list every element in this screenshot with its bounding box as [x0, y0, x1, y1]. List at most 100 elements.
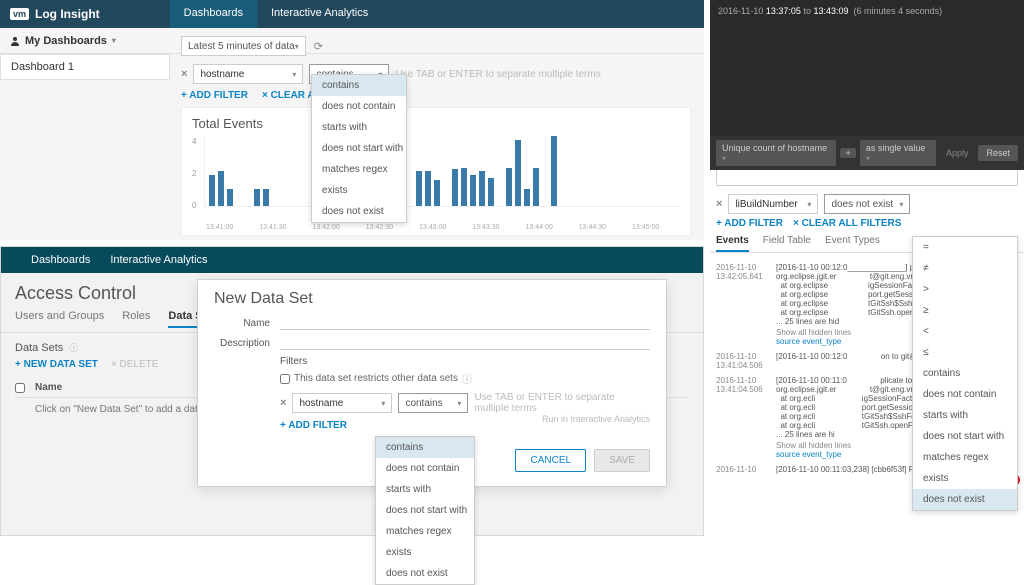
chevron-down-icon: ▾: [295, 42, 299, 51]
save-button[interactable]: SAVE: [594, 449, 650, 472]
operator-option[interactable]: does not start with: [376, 500, 474, 521]
remove-filter-icon[interactable]: ×: [280, 397, 286, 409]
operator-option[interactable]: <: [913, 321, 1017, 342]
event-timestamp: 2016-11-1013:42:05.641: [716, 263, 770, 346]
clear-filters-link[interactable]: × CLEAR ALL FILTERS: [793, 218, 901, 229]
operator-option[interactable]: starts with: [376, 479, 474, 500]
operator-option[interactable]: matches regex: [312, 159, 406, 180]
operator-option[interactable]: does not start with: [913, 426, 1017, 447]
chart-bars: [204, 137, 680, 207]
name-label: Name: [214, 318, 270, 329]
nav-dashboards[interactable]: Dashboards: [170, 0, 257, 28]
chart-y-axis: 4 2 0: [192, 137, 204, 222]
nav-dashboards[interactable]: Dashboards: [31, 254, 90, 266]
select-all-checkbox[interactable]: [15, 383, 25, 393]
remove-filter-icon[interactable]: ×: [716, 198, 722, 210]
operator-option[interactable]: does not contain: [913, 384, 1017, 405]
modal-filter-field[interactable]: hostname ▾: [292, 393, 392, 413]
operator-option[interactable]: exists: [913, 468, 1017, 489]
timerange-select[interactable]: Latest 5 minutes of data ▾: [181, 36, 306, 56]
operator-option[interactable]: ≤: [913, 342, 1017, 363]
operator-option[interactable]: does not contain: [376, 458, 474, 479]
chart-bar: [506, 168, 512, 207]
modal-filter-operator[interactable]: contains ▾: [398, 393, 468, 413]
operator-option[interactable]: contains: [913, 363, 1017, 384]
chart-bar: [452, 169, 458, 206]
name-input[interactable]: [280, 316, 650, 330]
operator-option[interactable]: matches regex: [376, 521, 474, 542]
restrict-checkbox[interactable]: [280, 374, 290, 384]
description-label: Description: [214, 338, 270, 349]
info-icon[interactable]: ⓘ: [69, 341, 78, 354]
chart-x-axis: 13:41:0013:41:3013:42:0013:42:3013:43:00…: [192, 224, 680, 231]
dashboards-panel: vm Log Insight Dashboards Interactive An…: [0, 0, 704, 240]
operator-option[interactable]: >: [913, 279, 1017, 300]
operator-option[interactable]: does not exist: [312, 201, 406, 222]
operator-option[interactable]: does not exist: [913, 489, 1017, 510]
delete-data-set-button[interactable]: × DELETE: [111, 359, 159, 370]
operator-dropdown[interactable]: contains does not contain starts with do…: [311, 74, 407, 223]
filter-value-input[interactable]: Use TAB or ENTER to separate multiple te…: [395, 69, 600, 80]
nav-analytics[interactable]: Interactive Analytics: [257, 0, 382, 28]
tab-event-types[interactable]: Event Types: [825, 235, 880, 252]
tab-field-table[interactable]: Field Table: [763, 235, 811, 252]
operator-dropdown[interactable]: = ≠ > ≥ < ≤ contains does not contain st…: [912, 236, 1018, 511]
tab-events[interactable]: Events: [716, 235, 749, 252]
brand-name: Log Insight: [35, 7, 100, 21]
new-data-set-button[interactable]: + NEW DATA SET: [15, 359, 98, 370]
my-dashboards-dropdown[interactable]: My Dashboards ▾: [0, 35, 126, 47]
filter-row: × hostname ▾ contains ▾ Use TAB or ENTER…: [175, 64, 704, 88]
sidebar-item-dashboard1[interactable]: Dashboard 1: [0, 54, 170, 80]
operator-option[interactable]: exists: [312, 180, 406, 201]
modal-add-filter[interactable]: + ADD FILTER: [214, 420, 347, 431]
chevron-down-icon: ▾: [899, 200, 903, 209]
reset-button[interactable]: Reset: [978, 145, 1018, 161]
add-filter-link[interactable]: + ADD FILTER: [716, 218, 783, 229]
filter-field-select[interactable]: hostname ▾: [193, 64, 303, 84]
aggregation-chip[interactable]: Unique count of hostname ▾: [716, 140, 836, 166]
chart-bar: [524, 189, 530, 207]
operator-option[interactable]: ≥: [913, 300, 1017, 321]
tab-roles[interactable]: Roles: [122, 310, 150, 328]
brand: vm Log Insight: [0, 0, 110, 28]
chart-bar: [434, 180, 440, 206]
apply-button[interactable]: Apply: [940, 145, 975, 161]
filter-operator-select[interactable]: does not exist ▾: [824, 194, 910, 214]
chart-bar: [479, 171, 485, 206]
refresh-icon[interactable]: ⟳: [314, 40, 323, 53]
operator-option[interactable]: does not exist: [376, 563, 474, 584]
operator-option[interactable]: contains: [376, 437, 474, 458]
chart-bar: [209, 175, 215, 207]
tab-users-groups[interactable]: Users and Groups: [15, 310, 104, 328]
chevron-down-icon: ▾: [381, 399, 385, 408]
chart-bar: [533, 168, 539, 207]
add-aggregation-button[interactable]: +: [840, 148, 856, 158]
operator-option[interactable]: matches regex: [913, 447, 1017, 468]
event-timestamp: 2016-11-1013:41:04.506: [716, 376, 770, 459]
info-icon[interactable]: ⓘ: [462, 371, 472, 386]
modal-filter-value[interactable]: Use TAB or ENTER to separate multiple te…: [474, 392, 650, 414]
operator-option[interactable]: ≠: [913, 258, 1017, 279]
operator-option[interactable]: does not start with: [312, 138, 406, 159]
chart-bar: [254, 189, 260, 207]
chart-bar: [218, 171, 224, 206]
operator-option[interactable]: starts with: [312, 117, 406, 138]
description-input[interactable]: [280, 336, 650, 350]
filter-field-select[interactable]: liBuildNumber ▾: [728, 194, 818, 214]
nav-analytics[interactable]: Interactive Analytics: [110, 254, 207, 266]
cancel-button[interactable]: CANCEL: [515, 449, 586, 472]
add-filter-link[interactable]: + ADD FILTER: [181, 90, 248, 101]
operator-option[interactable]: does not contain: [312, 96, 406, 117]
remove-filter-icon[interactable]: ×: [181, 68, 187, 80]
operator-option[interactable]: exists: [376, 542, 474, 563]
operator-option[interactable]: =: [913, 237, 1017, 258]
display-mode-chip[interactable]: as single value ▾: [860, 140, 936, 166]
timerange-display: 2016-11-10 13:37:05 to 13:43:09 (6 minut…: [718, 6, 942, 16]
operator-option[interactable]: starts with: [913, 405, 1017, 426]
chevron-down-icon: ▾: [807, 200, 811, 209]
chart-bar: [488, 178, 494, 206]
operator-option[interactable]: contains: [312, 75, 406, 96]
run-in-analytics-link[interactable]: Run in Interactive Analytics: [542, 414, 650, 424]
chart-bar: [227, 189, 233, 207]
modal-operator-dropdown[interactable]: contains does not contain starts with do…: [375, 436, 475, 585]
